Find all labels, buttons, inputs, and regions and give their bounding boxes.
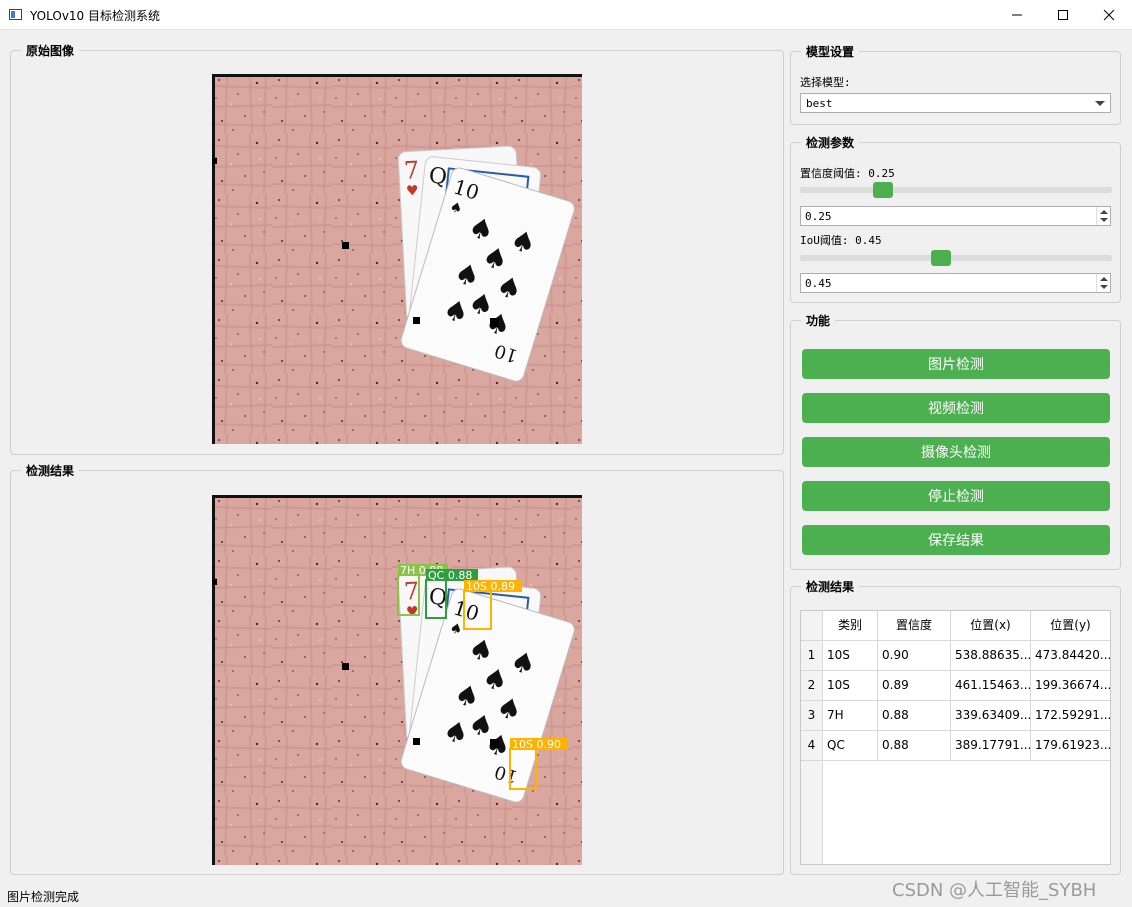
table-cell-class[interactable]: QC bbox=[823, 731, 878, 761]
status-bar-text: 图片检测完成 bbox=[7, 890, 80, 904]
row-header-filler bbox=[801, 761, 823, 864]
minimize-icon bbox=[1012, 14, 1022, 16]
model-select[interactable]: best bbox=[800, 93, 1111, 113]
results-table-title: 检测结果 bbox=[801, 578, 860, 595]
table-cell-confidence[interactable]: 0.90 bbox=[878, 641, 951, 671]
conf-threshold-label: 置信度阈值: 0.25 bbox=[800, 167, 895, 180]
minimize-button[interactable] bbox=[994, 0, 1040, 30]
row-header[interactable]: 1 bbox=[801, 641, 823, 671]
result-image: 7H 0.88 QC 0.88 10S 0.89 10S 0.90 bbox=[212, 495, 582, 865]
table-cell-class[interactable]: 7H bbox=[823, 701, 878, 731]
table-cell-y[interactable]: 172.59291... bbox=[1031, 701, 1110, 731]
arrow-up-icon[interactable] bbox=[1100, 210, 1108, 214]
model-settings-title: 模型设置 bbox=[801, 43, 860, 60]
stop-detect-button[interactable]: 停止检测 bbox=[802, 481, 1110, 511]
table-cell-y[interactable]: 199.36674... bbox=[1031, 671, 1110, 701]
image-detect-button[interactable]: 图片检测 bbox=[802, 349, 1110, 379]
table-cell-confidence[interactable]: 0.88 bbox=[878, 701, 951, 731]
maximize-icon bbox=[1058, 10, 1068, 20]
row-header[interactable]: 4 bbox=[801, 731, 823, 761]
iou-threshold-label: IoU阈值: 0.45 bbox=[800, 234, 882, 247]
title-bar: YOLOv10 目标检测系统 bbox=[0, 0, 1132, 30]
iou-slider[interactable] bbox=[800, 255, 1112, 261]
functions-title: 功能 bbox=[801, 312, 836, 329]
select-model-label: 选择模型: bbox=[800, 76, 851, 89]
table-cell-x[interactable]: 538.88635... bbox=[951, 641, 1031, 671]
column-header-class[interactable]: 类别 bbox=[823, 611, 878, 641]
watermark: CSDN @人工智能_SYBH bbox=[892, 880, 1097, 901]
arrow-up-icon[interactable] bbox=[1100, 277, 1108, 281]
arrow-down-icon[interactable] bbox=[1100, 285, 1108, 289]
close-icon bbox=[1103, 9, 1115, 21]
table-cell-y[interactable]: 473.84420... bbox=[1031, 641, 1110, 671]
row-header[interactable]: 3 bbox=[801, 701, 823, 731]
original-image-title: 原始图像 bbox=[21, 42, 80, 59]
table-cell-class[interactable]: 10S bbox=[823, 641, 878, 671]
iou-spinbox-buttons[interactable] bbox=[1096, 274, 1110, 292]
column-header-y[interactable]: 位置(y) bbox=[1031, 611, 1110, 641]
detection-params-title: 检测参数 bbox=[801, 134, 860, 151]
arrow-down-icon[interactable] bbox=[1100, 218, 1108, 222]
close-button[interactable] bbox=[1086, 0, 1132, 30]
conf-spinbox-buttons[interactable] bbox=[1096, 207, 1110, 225]
original-image bbox=[212, 74, 582, 444]
row-header[interactable]: 2 bbox=[801, 671, 823, 701]
iou-spinbox[interactable]: 0.45 bbox=[800, 273, 1111, 293]
iou-spinbox-value: 0.45 bbox=[805, 277, 832, 290]
column-header-confidence[interactable]: 置信度 bbox=[878, 611, 951, 641]
maximize-button[interactable] bbox=[1040, 0, 1086, 30]
window-title: YOLOv10 目标检测系统 bbox=[30, 9, 161, 23]
table-cell-y[interactable]: 179.61923... bbox=[1031, 731, 1110, 761]
model-select-value: best bbox=[806, 97, 833, 110]
save-results-button[interactable]: 保存结果 bbox=[802, 525, 1110, 555]
table-cell-x[interactable]: 389.17791... bbox=[951, 731, 1031, 761]
svg-text:10S 0.89: 10S 0.89 bbox=[466, 580, 515, 593]
svg-text:10S 0.90: 10S 0.90 bbox=[512, 738, 561, 751]
table-cell-confidence[interactable]: 0.89 bbox=[878, 671, 951, 701]
table-corner[interactable] bbox=[801, 611, 823, 641]
conf-slider-handle[interactable] bbox=[873, 182, 893, 198]
chevron-down-icon bbox=[1095, 101, 1105, 106]
video-detect-button[interactable]: 视频检测 bbox=[802, 393, 1110, 423]
camera-detect-button[interactable]: 摄像头检测 bbox=[802, 437, 1110, 467]
result-image-title: 检测结果 bbox=[21, 462, 80, 479]
table-cell-x[interactable]: 339.63409... bbox=[951, 701, 1031, 731]
conf-spinbox[interactable]: 0.25 bbox=[800, 206, 1111, 226]
table-cell-x[interactable]: 461.15463... bbox=[951, 671, 1031, 701]
iou-slider-handle[interactable] bbox=[931, 250, 951, 266]
table-cell-class[interactable]: 10S bbox=[823, 671, 878, 701]
app-window-icon bbox=[9, 9, 22, 20]
conf-slider[interactable] bbox=[800, 187, 1112, 193]
table-cell-confidence[interactable]: 0.88 bbox=[878, 731, 951, 761]
column-header-x[interactable]: 位置(x) bbox=[951, 611, 1031, 641]
conf-spinbox-value: 0.25 bbox=[805, 210, 832, 223]
results-table[interactable]: 类别 置信度 位置(x) 位置(y) 1 10S 0.90 538.88635.… bbox=[800, 610, 1111, 865]
